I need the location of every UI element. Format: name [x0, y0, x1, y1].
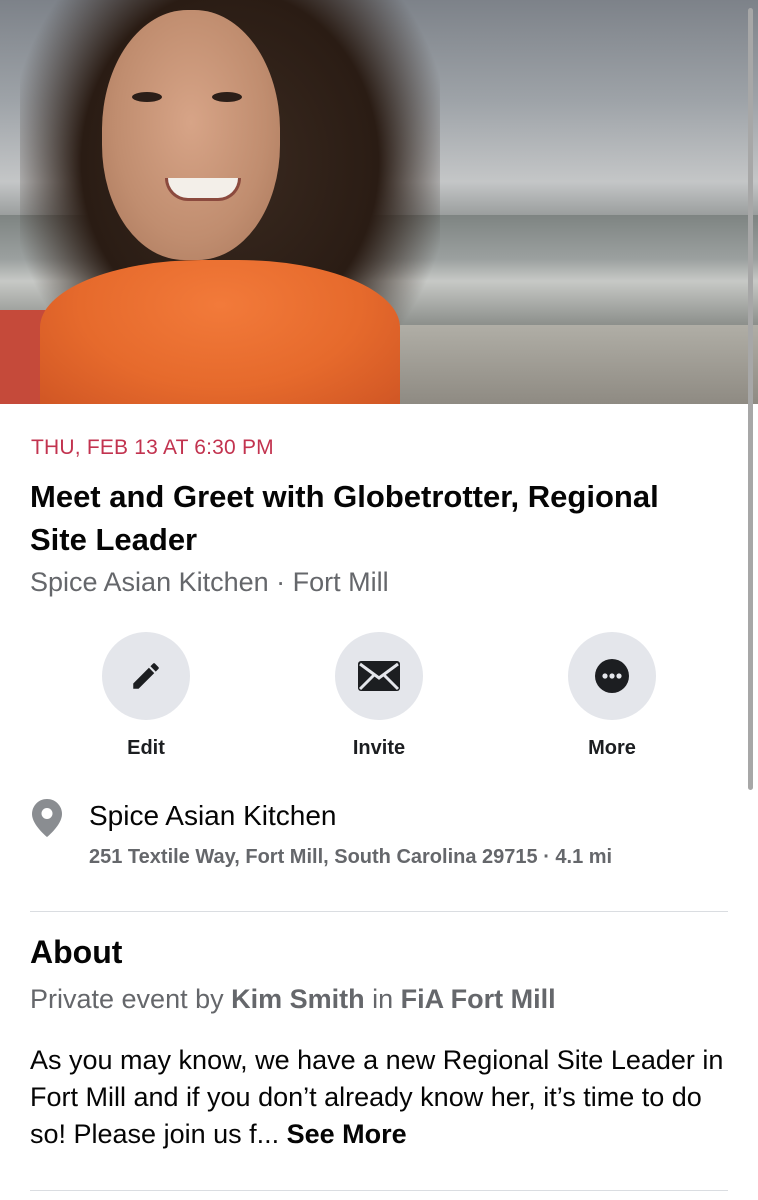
envelope-icon [358, 661, 400, 691]
divider [30, 911, 728, 912]
invite-button[interactable]: Invite [335, 632, 423, 759]
invite-button-circle[interactable] [335, 632, 423, 720]
more-button-label: More [588, 737, 636, 759]
see-more-link[interactable]: See More [287, 1119, 407, 1149]
more-button-circle[interactable] [568, 632, 656, 720]
about-prefix: Private event by [30, 984, 232, 1014]
invite-button-label: Invite [352, 737, 406, 759]
event-date: THU, FEB 13 AT 6:30 PM [31, 436, 274, 459]
group-name-link[interactable]: FiA Fort Mill [401, 984, 556, 1014]
edit-button-label: Edit [127, 737, 165, 759]
about-host-line: Private event by Kim Smith in FiA Fort M… [30, 984, 556, 1015]
cover-eye-left [132, 92, 162, 102]
edit-button-circle[interactable] [102, 632, 190, 720]
more-button[interactable]: More [568, 632, 656, 759]
pencil-icon [133, 663, 159, 689]
location-address[interactable]: 251 Textile Way, Fort Mill, South Caroli… [89, 846, 612, 869]
cover-eye-right [212, 92, 242, 102]
more-icon [595, 659, 629, 693]
about-heading: About [30, 934, 123, 970]
host-name-link[interactable]: Kim Smith [231, 984, 365, 1014]
event-cover-photo[interactable] [0, 0, 758, 404]
scrollbar[interactable] [748, 8, 753, 790]
location-name[interactable]: Spice Asian Kitchen [89, 800, 337, 832]
cover-scarf [40, 260, 400, 404]
divider [30, 1190, 728, 1191]
cover-face [102, 10, 280, 260]
location-pin-icon [32, 799, 62, 837]
event-description: As you may know, we have a new Regional … [30, 1042, 730, 1153]
edit-button[interactable]: Edit [102, 632, 190, 759]
event-title: Meet and Greet with Globetrotter, Region… [30, 479, 659, 557]
event-subtitle[interactable]: Spice Asian Kitchen · Fort Mill [30, 567, 389, 598]
about-middle: in [364, 984, 401, 1014]
cover-smile [165, 178, 241, 201]
